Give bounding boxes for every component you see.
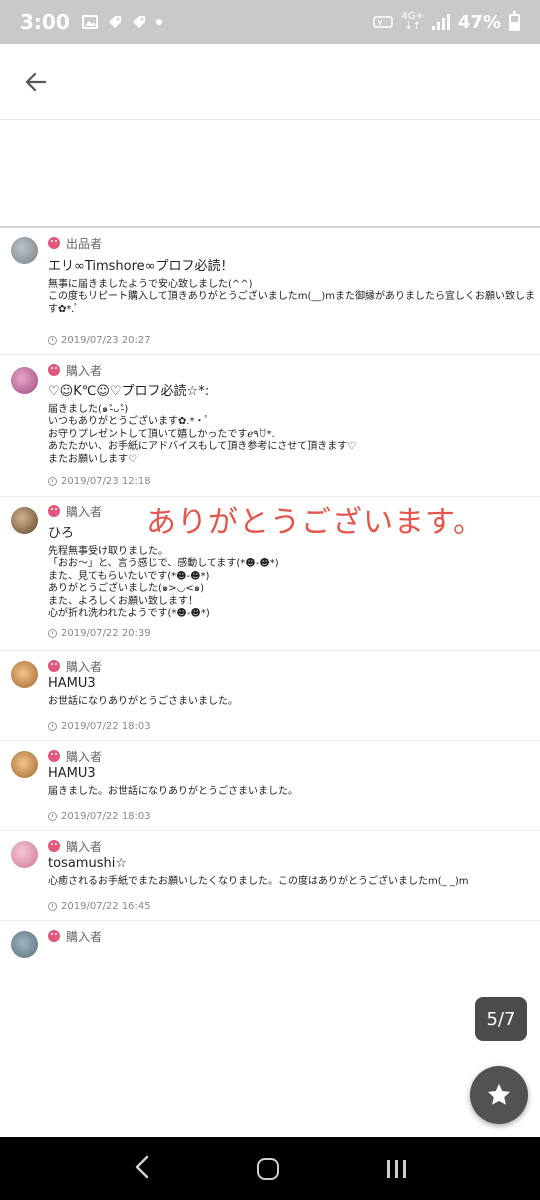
- reviewer-name[interactable]: HAMU3: [48, 766, 540, 781]
- review-item: 購入者 HAMU3 お世話になりありがとうごさまいました。 2019/07/22…: [0, 651, 540, 741]
- star-icon: [487, 1083, 511, 1105]
- battery-fill: [511, 22, 518, 29]
- clock-icon: [48, 477, 57, 486]
- clock-icon: [48, 336, 57, 345]
- status-bar: 3:00 4G+ ↓↑ 47%: [0, 0, 540, 44]
- role-label: 購入者: [66, 749, 103, 764]
- role-row: 購入者: [48, 355, 540, 378]
- page-counter: 5/7: [475, 997, 527, 1041]
- system-nav-bar: [0, 1137, 540, 1200]
- overlay-annotation: ありがとうございます。: [146, 505, 484, 540]
- review-item: 購入者: [0, 921, 540, 961]
- nav-home-icon[interactable]: [257, 1157, 280, 1180]
- nav-back-button[interactable]: [134, 1155, 150, 1183]
- date-row: 2019/07/23 20:27: [48, 335, 151, 346]
- review-date: 2019/07/23 20:27: [61, 335, 151, 346]
- signal-icon: [431, 14, 450, 30]
- network-arrows: ↓↑: [404, 21, 422, 32]
- network-indicator: 4G+ ↓↑: [401, 12, 424, 32]
- date-row: 2019/07/23 12:18: [48, 476, 151, 487]
- tag-icon-2: [132, 16, 145, 28]
- smile-icon: [48, 930, 60, 942]
- battery-icon: [509, 10, 520, 31]
- date-row: 2019/07/22 16:45: [48, 901, 151, 912]
- review-list: 出品者 エリ∞Timshore∞プロフ必読！ 無事に届きましたようで安心致しまし…: [0, 230, 540, 961]
- review-comment: 先程無事受け取りました。 「おお～」と、言う感じで、感動してます(*☻-☻*) …: [48, 546, 279, 620]
- dot-icon: [155, 19, 162, 25]
- notification-icons: [81, 15, 162, 29]
- review-item: 出品者 エリ∞Timshore∞プロフ必読！ 無事に届きましたようで安心致しまし…: [0, 230, 540, 355]
- review-item: 購入者 ♡☺K℃☺♡プロフ必読☆*: 届きました(๑˃̵ᴗ˂̵) いつもありがと…: [0, 355, 540, 497]
- review-comment: お世話になりありがとうごさまいました。: [48, 696, 238, 707]
- avatar[interactable]: [11, 237, 38, 264]
- review-date: 2019/07/22 18:03: [61, 811, 151, 822]
- role-row: 購入者: [48, 741, 540, 764]
- smile-icon: [48, 505, 60, 517]
- battery-percent: 47%: [457, 11, 501, 33]
- date-row: 2019/07/22 20:39: [48, 628, 151, 639]
- clock-icon: [48, 902, 57, 911]
- role-row: 購入者: [48, 921, 540, 944]
- app-header: [0, 44, 540, 120]
- review-date: 2019/07/22 18:03: [61, 721, 151, 732]
- avatar[interactable]: [11, 931, 38, 958]
- reviewer-name[interactable]: tosamushi☆: [48, 856, 540, 871]
- avatar[interactable]: [11, 507, 38, 534]
- review-comment: 届きました。お世話になりありがとうごさまいました。: [48, 786, 298, 797]
- volte-icon: [373, 16, 394, 28]
- clock-icon: [48, 722, 57, 731]
- status-time: 3:00: [20, 10, 70, 34]
- date-row: 2019/07/22 18:03: [48, 721, 151, 732]
- review-item: 購入者 HAMU3 届きました。お世話になりありがとうごさまいました。 2019…: [0, 741, 540, 831]
- reviewer-name[interactable]: エリ∞Timshore∞プロフ必読！: [48, 255, 540, 274]
- smile-icon: [48, 840, 60, 852]
- smile-icon: [48, 364, 60, 376]
- review-item: 購入者 tosamushi☆ 心癒されるお手紙でまたお願いしたくなりました。この…: [0, 831, 540, 921]
- avatar[interactable]: [11, 751, 38, 778]
- role-row: 出品者: [48, 230, 540, 252]
- review-comment: 無事に届きましたようで安心致しました(^^) この度もリピート購入して頂きありが…: [48, 279, 535, 315]
- avatar[interactable]: [11, 367, 38, 394]
- smile-icon: [48, 237, 60, 249]
- role-row: 購入者: [48, 651, 540, 674]
- status-right: 4G+ ↓↑ 47%: [373, 0, 520, 44]
- date-row: 2019/07/22 18:03: [48, 811, 151, 822]
- clock-icon: [48, 629, 57, 638]
- gallery-icon: [81, 15, 98, 29]
- smile-icon: [48, 750, 60, 762]
- reviewer-name[interactable]: HAMU3: [48, 676, 540, 691]
- reviewer-name[interactable]: ♡☺K℃☺♡プロフ必読☆*:: [48, 380, 540, 399]
- role-row: 購入者: [48, 831, 540, 854]
- tag-icon: [108, 16, 121, 28]
- role-label: 購入者: [66, 659, 103, 674]
- arrow-left-icon: [25, 72, 47, 92]
- nav-recents-icon[interactable]: [387, 1159, 407, 1178]
- role-label: 購入者: [66, 839, 103, 854]
- review-date: 2019/07/22 20:39: [61, 628, 151, 639]
- review-comment: 心癒されるお手紙でまたお願いしたくなりました。この度はありがとうございましたm(…: [48, 876, 469, 887]
- review-comment: 届きました(๑˃̵ᴗ˂̵) いつもありがとうございます✿.*・ﾟ お守りプレゼン…: [48, 404, 357, 465]
- nav-back-icon: [135, 1155, 149, 1178]
- favorite-button[interactable]: [470, 1066, 528, 1124]
- avatar[interactable]: [11, 661, 38, 688]
- review-date: 2019/07/22 16:45: [61, 901, 151, 912]
- role-label: 購入者: [66, 504, 103, 519]
- role-label: 購入者: [66, 363, 103, 378]
- review-date: 2019/07/23 12:18: [61, 476, 151, 487]
- smile-icon: [48, 660, 60, 672]
- role-label: 出品者: [66, 236, 103, 251]
- role-label: 購入者: [66, 929, 103, 944]
- avatar[interactable]: [11, 841, 38, 868]
- back-button[interactable]: [18, 64, 54, 100]
- clock-icon: [48, 812, 57, 821]
- header-blank-area: [0, 120, 540, 228]
